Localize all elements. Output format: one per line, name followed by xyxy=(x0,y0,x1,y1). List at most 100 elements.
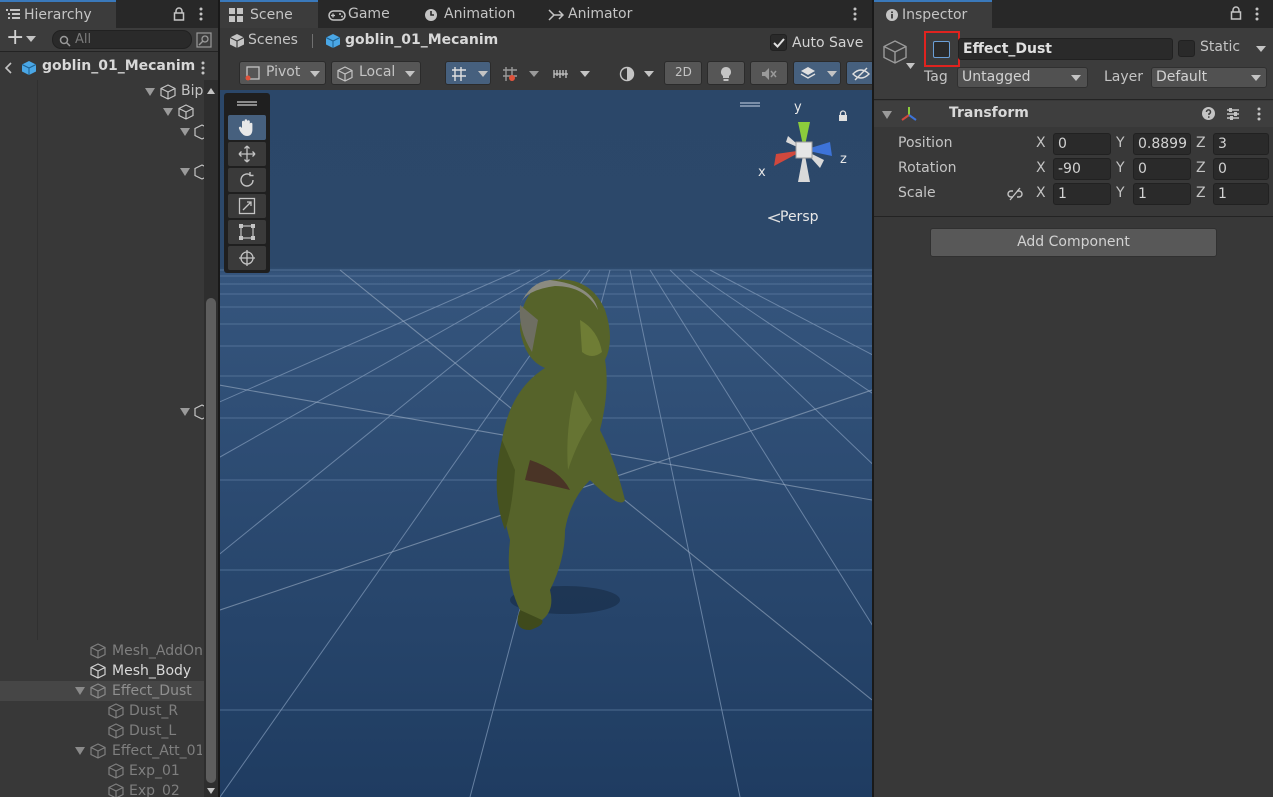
back-chevron-icon[interactable] xyxy=(4,62,12,74)
preset-icon[interactable] xyxy=(1226,107,1240,121)
rotate-icon xyxy=(240,172,254,187)
lighting-toggle[interactable] xyxy=(707,61,745,85)
expand-arrow-icon[interactable] xyxy=(145,88,155,96)
active-checkbox[interactable] xyxy=(933,41,950,58)
position-x-field[interactable]: 0 xyxy=(1053,133,1111,155)
hand-tool-button[interactable] xyxy=(228,115,266,140)
gameobject-cube-icon xyxy=(194,164,204,180)
rect-tool-button[interactable] xyxy=(228,220,266,244)
add-button[interactable]: + xyxy=(4,25,38,50)
gizmo-x-label: x xyxy=(758,165,766,180)
tab-scene-label: Scene xyxy=(250,7,293,23)
scroll-up-icon[interactable] xyxy=(207,88,215,94)
hierarchy-toolbar: + All xyxy=(0,25,218,52)
shading-mode-dropdown[interactable] xyxy=(613,61,659,85)
expand-arrow-icon[interactable] xyxy=(180,408,190,416)
audio-toggle[interactable] xyxy=(750,61,788,85)
expand-arrow-icon[interactable] xyxy=(180,128,190,136)
expand-arrow-icon[interactable] xyxy=(75,687,85,695)
auto-save-checkbox[interactable] xyxy=(770,34,787,51)
rotation-y-field[interactable]: 0 xyxy=(1133,158,1191,180)
scale-z-field[interactable]: 1 xyxy=(1213,183,1269,205)
scene-viewport[interactable]: y x z Persp xyxy=(220,90,872,797)
hierarchy-scrollbar[interactable] xyxy=(204,80,218,797)
palette-drag-handle[interactable] xyxy=(237,101,257,103)
list-item[interactable]: Exp_01 xyxy=(0,761,202,781)
rotation-z-field[interactable]: 0 xyxy=(1213,158,1269,180)
mode-2d-label: 2D xyxy=(675,65,692,79)
ruler-icon xyxy=(553,70,568,78)
move-tool-button[interactable] xyxy=(228,142,266,166)
local-dropdown[interactable]: Local xyxy=(331,61,421,85)
add-component-button[interactable]: Add Component xyxy=(930,228,1217,257)
foldout-arrow-icon[interactable] xyxy=(882,111,892,119)
axis-gizmo-icon xyxy=(774,122,832,182)
panel-divider[interactable] xyxy=(218,0,220,797)
layer-value: Default xyxy=(1156,69,1208,85)
static-checkbox[interactable] xyxy=(1178,40,1195,57)
increment-snap-toggle[interactable] xyxy=(496,61,542,85)
scroll-down-icon[interactable] xyxy=(207,788,215,794)
gameobject-cube-icon xyxy=(178,104,194,120)
rotate-tool-button[interactable] xyxy=(228,168,266,192)
object-name-field[interactable]: Effect_Dust xyxy=(958,38,1173,60)
tree-row-child[interactable] xyxy=(0,402,204,422)
kebab-menu-icon[interactable] xyxy=(852,7,858,21)
tree-row-child[interactable] xyxy=(0,102,204,122)
inspector-tabbar: Inspector xyxy=(874,0,1273,28)
tree-row-child[interactable] xyxy=(0,122,204,142)
tab-animator-label: Animator xyxy=(568,6,633,22)
rotation-x-field[interactable]: -90 xyxy=(1053,158,1111,180)
breadcrumb-scenes[interactable]: Scenes xyxy=(248,32,298,48)
ruler-toggle[interactable] xyxy=(547,61,593,85)
layer-dropdown[interactable]: Default xyxy=(1151,67,1267,88)
static-dropdown-icon[interactable] xyxy=(1256,46,1266,52)
breadcrumb-current[interactable]: goblin_01_Mecanim xyxy=(345,32,498,48)
component-menu-icon[interactable] xyxy=(1256,107,1262,121)
search-input[interactable]: All xyxy=(52,30,192,49)
icon-dropdown-icon[interactable] xyxy=(906,63,915,69)
tree-row-child[interactable] xyxy=(0,162,204,182)
breadcrumb-menu-icon[interactable] xyxy=(200,61,206,75)
gizmo-drag-handle[interactable] xyxy=(740,102,760,104)
effects-dropdown[interactable] xyxy=(793,61,841,85)
expand-arrow-icon[interactable] xyxy=(180,168,190,176)
list-item[interactable]: Dust_R xyxy=(0,701,202,721)
transform-header[interactable]: Transform xyxy=(874,101,1273,127)
gameobject-cube-icon xyxy=(90,683,106,699)
scene-search-icon[interactable] xyxy=(196,32,212,48)
constrain-proportions-icon[interactable] xyxy=(1007,187,1023,201)
rotation-label: Rotation xyxy=(898,160,957,176)
help-icon[interactable] xyxy=(1202,107,1215,120)
position-z-field[interactable]: 3 xyxy=(1213,133,1269,155)
list-item[interactable]: Effect_Att_01 xyxy=(0,741,202,761)
pivot-dropdown[interactable]: Pivot xyxy=(239,61,326,85)
list-item[interactable]: Dust_L xyxy=(0,721,202,741)
kebab-menu-icon[interactable] xyxy=(198,7,204,21)
grid-snap-toggle[interactable] xyxy=(445,61,491,85)
tree-row-bip[interactable]: Bip xyxy=(0,82,204,102)
scrollbar-thumb[interactable] xyxy=(206,298,216,783)
panel-divider[interactable] xyxy=(872,0,874,797)
scale-x-field[interactable]: 1 xyxy=(1053,183,1111,205)
expand-arrow-icon[interactable] xyxy=(163,108,173,116)
gameobject-cube-icon xyxy=(90,643,106,659)
audio-mute-icon xyxy=(762,68,777,80)
expand-arrow-icon[interactable] xyxy=(75,747,85,755)
kebab-menu-icon[interactable] xyxy=(1254,7,1260,21)
list-item-selected[interactable]: Effect_Dust xyxy=(0,681,204,701)
lock-icon[interactable] xyxy=(1230,6,1242,20)
breadcrumb-label[interactable]: goblin_01_Mecanim xyxy=(42,58,195,74)
tag-dropdown[interactable]: Untagged xyxy=(957,67,1088,88)
list-item[interactable]: Exp_02 xyxy=(0,781,202,797)
mode-2d-toggle[interactable]: 2D xyxy=(664,61,702,85)
transform-tool-button[interactable] xyxy=(228,246,266,270)
list-item[interactable]: Mesh_Body xyxy=(0,661,202,681)
local-label: Local xyxy=(359,64,396,80)
scale-y-field[interactable]: 1 xyxy=(1133,183,1191,205)
lock-icon[interactable] xyxy=(173,7,185,21)
orientation-gizmo[interactable]: y x z xyxy=(740,100,854,190)
scale-tool-button[interactable] xyxy=(228,194,266,218)
position-y-field[interactable]: 0.8899 xyxy=(1133,133,1191,155)
list-item[interactable]: Mesh_AddOn xyxy=(0,641,202,661)
